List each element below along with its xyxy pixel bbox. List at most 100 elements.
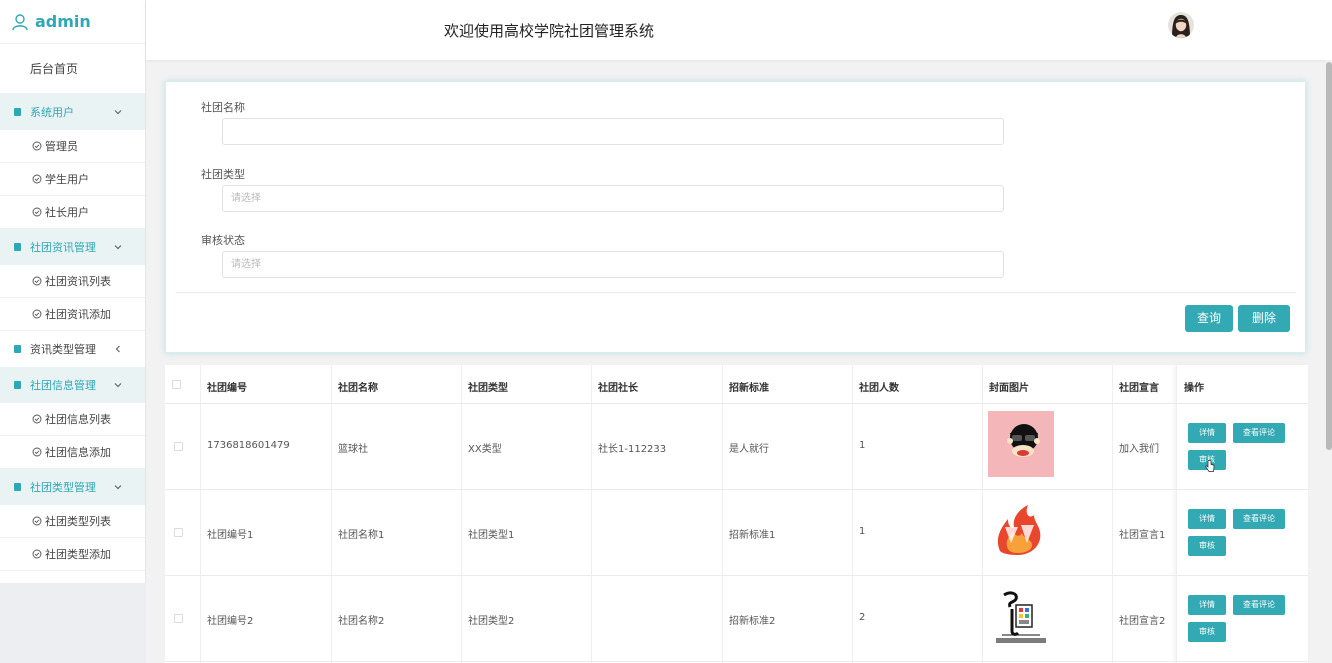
chevron-down-icon bbox=[114, 110, 122, 115]
sidebar-group-system-users[interactable]: 系统用户 bbox=[0, 94, 145, 130]
document-icon bbox=[14, 108, 21, 116]
query-button[interactable]: 查询 bbox=[1185, 305, 1233, 332]
cell-club-slogan: 加入我们 bbox=[1119, 444, 1159, 455]
cell-member-count: 1 bbox=[859, 526, 866, 537]
chevron-down-icon bbox=[114, 245, 122, 250]
sidebar-item-label: 社团信息列表 bbox=[45, 413, 111, 426]
check-circle-icon bbox=[32, 414, 42, 424]
sidebar-group-club-news[interactable]: 社团资讯管理 bbox=[0, 229, 145, 265]
review-button[interactable]: 审核 bbox=[1188, 536, 1226, 556]
sidebar-item-label: 社长用户 bbox=[45, 206, 89, 219]
sidebar-item-home[interactable]: 后台首页 bbox=[0, 44, 145, 94]
chevron-down-icon bbox=[114, 485, 122, 490]
row-checkbox[interactable] bbox=[174, 614, 183, 623]
top-header: 欢迎使用高校学院社团管理系统 bbox=[146, 0, 1332, 60]
header-club-name[interactable]: 社团名称 bbox=[338, 379, 378, 394]
view-comments-button[interactable]: 查看评论 bbox=[1233, 595, 1285, 615]
review-button[interactable]: 审核 bbox=[1188, 622, 1226, 642]
check-circle-icon bbox=[32, 207, 42, 217]
sidebar-item-label: 管理员 bbox=[45, 140, 78, 153]
sidebar-group-label: 社团信息管理 bbox=[30, 379, 96, 392]
review-status-label: 审核状态 bbox=[201, 234, 245, 247]
sidebar-item-club-list[interactable]: 社团信息列表 bbox=[0, 403, 145, 436]
document-icon bbox=[14, 243, 21, 251]
cell-club-slogan: 社团宣言2 bbox=[1119, 616, 1166, 627]
avatar[interactable] bbox=[1168, 12, 1194, 38]
sidebar: admin 后台首页 系统用户 管理员 学生用户 社长用户 社团资讯管理 社团资… bbox=[0, 0, 146, 663]
flame-club-logo[interactable] bbox=[988, 497, 1054, 563]
check-circle-icon bbox=[32, 174, 42, 184]
document-icon bbox=[14, 345, 21, 353]
header-actions: 操作 bbox=[1184, 383, 1204, 394]
sidebar-group-news-types[interactable]: 资讯类型管理 bbox=[0, 331, 145, 367]
sidebar-item-label: 社团类型添加 bbox=[45, 548, 111, 561]
flame-club-logo-icon bbox=[988, 497, 1054, 563]
chevron-down-icon bbox=[114, 383, 122, 388]
sidebar-item-club-add[interactable]: 社团信息添加 bbox=[0, 436, 145, 469]
calligraphy-club-logo-icon bbox=[988, 585, 1054, 651]
user-icon bbox=[12, 13, 28, 30]
club-name-input[interactable] bbox=[222, 118, 1004, 145]
view-comments-button[interactable]: 查看评论 bbox=[1233, 509, 1285, 529]
check-circle-icon bbox=[32, 516, 42, 526]
sidebar-item-admins[interactable]: 管理员 bbox=[0, 130, 145, 163]
club-type-select[interactable]: 请选择 bbox=[222, 185, 1004, 212]
admin-username: admin bbox=[35, 12, 91, 31]
sidebar-item-type-list[interactable]: 社团类型列表 bbox=[0, 505, 145, 538]
club-name-label: 社团名称 bbox=[201, 101, 245, 114]
sidebar-item-type-add[interactable]: 社团类型添加 bbox=[0, 538, 145, 571]
sidebar-group-label: 社团资讯管理 bbox=[30, 241, 96, 254]
cell-recruit-standard: 招新标准2 bbox=[729, 616, 776, 627]
sidebar-brand: admin bbox=[0, 0, 145, 44]
sidebar-item-label: 社团资讯添加 bbox=[45, 308, 111, 321]
view-comments-button[interactable]: 查看评论 bbox=[1233, 423, 1285, 443]
header-cover-image[interactable]: 封面图片 bbox=[989, 379, 1029, 394]
row-checkbox[interactable] bbox=[174, 528, 183, 537]
sidebar-item-news-add[interactable]: 社团资讯添加 bbox=[0, 298, 145, 331]
scrollbar-thumb[interactable] bbox=[1326, 62, 1332, 450]
header-club-leader[interactable]: 社团社长 bbox=[598, 379, 638, 394]
sidebar-group-label: 资讯类型管理 bbox=[30, 343, 96, 356]
sidebar-item-students[interactable]: 学生用户 bbox=[0, 163, 145, 196]
check-circle-icon bbox=[32, 141, 42, 151]
row-checkbox[interactable] bbox=[174, 442, 183, 451]
monkey-face-logo-icon bbox=[988, 411, 1054, 477]
cell-club-type: XX类型 bbox=[468, 444, 502, 455]
document-icon bbox=[14, 483, 21, 491]
check-circle-icon bbox=[32, 549, 42, 559]
review-status-select[interactable]: 请选择 bbox=[222, 251, 1004, 278]
header-member-count[interactable]: 社团人数 bbox=[859, 379, 899, 394]
sidebar-group-label: 社团类型管理 bbox=[30, 481, 96, 494]
detail-button[interactable]: 详情 bbox=[1188, 509, 1226, 529]
header-recruit-standard[interactable]: 招新标准 bbox=[729, 379, 769, 394]
sidebar-item-news-list[interactable]: 社团资讯列表 bbox=[0, 265, 145, 298]
sidebar-group-club-types[interactable]: 社团类型管理 bbox=[0, 469, 145, 505]
calligraphy-club-logo[interactable] bbox=[988, 585, 1054, 651]
hand-cursor-icon bbox=[1205, 460, 1215, 472]
cell-club-name: 社团名称2 bbox=[338, 616, 385, 627]
cell-member-count: 1 bbox=[859, 440, 866, 451]
sidebar-item-label: 学生用户 bbox=[45, 173, 89, 186]
detail-button[interactable]: 详情 bbox=[1188, 423, 1226, 443]
club-type-label: 社团类型 bbox=[201, 168, 245, 181]
check-circle-icon bbox=[32, 309, 42, 319]
check-circle-icon bbox=[32, 447, 42, 457]
search-panel: 社团名称 社团类型 请选择 审核状态 请选择 查询 删除 bbox=[165, 81, 1306, 353]
header-club-type[interactable]: 社团类型 bbox=[468, 379, 508, 394]
detail-button[interactable]: 详情 bbox=[1188, 595, 1226, 615]
sidebar-item-club-leaders[interactable]: 社长用户 bbox=[0, 196, 145, 229]
header-club-id[interactable]: 社团编号 bbox=[207, 379, 247, 394]
table-header: 社团编号 社团名称 社团类型 社团社长 招新标准 社团人数 封面图片 社团宣言 … bbox=[165, 365, 1308, 404]
delete-button[interactable]: 删除 bbox=[1238, 305, 1290, 332]
cell-club-id: 社团编号2 bbox=[207, 616, 254, 627]
header-club-slogan[interactable]: 社团宣言 bbox=[1119, 379, 1159, 394]
sidebar-item-label: 社团资讯列表 bbox=[45, 275, 111, 288]
cell-club-slogan: 社团宣言1 bbox=[1119, 530, 1166, 541]
sidebar-group-club-info[interactable]: 社团信息管理 bbox=[0, 367, 145, 403]
table-row: 社团编号1 社团名称1 社团类型1 招新标准1 1 社团宣言1 详情 查看评论 … bbox=[165, 490, 1308, 576]
check-circle-icon bbox=[32, 276, 42, 286]
monkey-face-logo[interactable] bbox=[988, 411, 1054, 477]
sidebar-item-label: 社团类型列表 bbox=[45, 515, 111, 528]
cell-recruit-standard: 招新标准1 bbox=[729, 530, 776, 541]
select-all-checkbox[interactable] bbox=[172, 380, 181, 389]
